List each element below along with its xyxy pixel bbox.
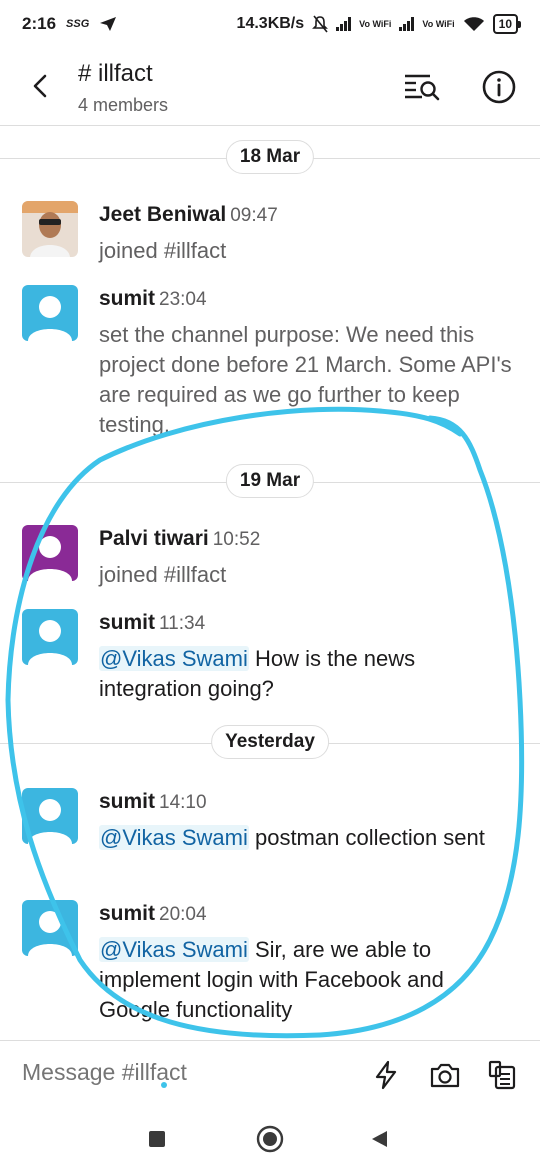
message-time: 10:52: [212, 529, 261, 550]
files-icon: [488, 1060, 516, 1090]
vowifi-icon: Vo WiFi: [359, 18, 392, 29]
user-photo-icon: [22, 201, 78, 257]
avatar[interactable]: [22, 201, 78, 257]
date-pill[interactable]: 18 Mar: [225, 140, 315, 174]
user-mention[interactable]: @Vikas Swami: [99, 646, 249, 671]
chevron-left-icon: [33, 74, 47, 98]
avatar[interactable]: [22, 788, 78, 844]
default-user-icon: [28, 799, 72, 844]
avatar[interactable]: [22, 525, 78, 581]
message-time: 20:04: [159, 904, 207, 925]
avatar[interactable]: [22, 285, 78, 341]
date-pill[interactable]: Yesterday: [211, 725, 329, 759]
message-time: 11:34: [159, 613, 206, 634]
message-composer: [0, 1040, 540, 1108]
recents-button[interactable]: [140, 1122, 174, 1156]
channel-title[interactable]: # illfact: [78, 60, 153, 88]
message-author[interactable]: sumit: [99, 790, 155, 813]
default-user-icon: [28, 911, 72, 956]
message-author[interactable]: sumit: [99, 287, 155, 310]
files-button[interactable]: [486, 1059, 518, 1091]
default-user-icon: [28, 620, 72, 665]
camera-button[interactable]: [428, 1059, 460, 1091]
message-time: 23:04: [159, 289, 207, 310]
triangle-back-icon: [372, 1131, 387, 1147]
back-button[interactable]: [24, 66, 56, 106]
status-time: 2:16: [22, 14, 57, 33]
battery-icon: 10: [492, 14, 522, 34]
network-speed: 14.3KB/s: [236, 15, 305, 32]
message-author[interactable]: sumit: [99, 611, 155, 634]
send-icon: [100, 17, 117, 31]
message-text: joined #illfact: [99, 238, 227, 263]
carrier-icon: SSG: [66, 18, 90, 30]
avatar[interactable]: [22, 900, 78, 956]
lightning-icon: [375, 1060, 397, 1090]
mute-icon: [312, 15, 329, 33]
wifi-icon: [463, 17, 484, 31]
avatar[interactable]: [22, 609, 78, 665]
member-count[interactable]: 4 members: [78, 95, 168, 116]
vowifi-icon-2: Vo WiFi: [422, 18, 455, 29]
user-mention[interactable]: @Vikas Swami: [99, 937, 249, 962]
info-icon: [482, 70, 516, 104]
back-nav-button[interactable]: [362, 1122, 396, 1156]
message-text: postman collection sent: [248, 825, 485, 850]
message-time: 09:47: [230, 205, 278, 226]
message-text: joined #illfact: [99, 562, 227, 587]
search-list-icon: [405, 74, 440, 101]
search-channel-button[interactable]: [402, 70, 442, 106]
signal-icon: [336, 17, 352, 31]
message-input[interactable]: [22, 1059, 342, 1086]
message-author[interactable]: Jeet Beniwal: [99, 203, 226, 226]
square-icon: [149, 1131, 165, 1147]
user-mention[interactable]: @Vikas Swami: [99, 825, 249, 850]
system-nav-bar: [0, 1108, 540, 1170]
circle-icon: [256, 1125, 284, 1153]
default-user-icon: [28, 536, 72, 581]
message-author[interactable]: Palvi tiwari: [99, 527, 209, 550]
shortcuts-button[interactable]: [370, 1059, 402, 1091]
message-author[interactable]: sumit: [99, 902, 155, 925]
home-button[interactable]: [253, 1122, 287, 1156]
message-time: 14:10: [159, 792, 207, 813]
default-user-icon: [28, 296, 72, 341]
camera-icon: [430, 1063, 460, 1088]
message-list[interactable]: 18 Mar Jeet Beniwal 09:47 joined #illfact: [0, 127, 540, 1040]
signal-icon-2: [399, 17, 415, 31]
status-bar: 2:16 SSG 14.3KB/s Vo WiFi Vo WiFi 10: [0, 0, 540, 48]
date-pill[interactable]: 19 Mar: [225, 464, 315, 498]
message-text: set the channel purpose: We need this pr…: [99, 322, 512, 437]
channel-info-button[interactable]: [480, 68, 518, 106]
channel-header: # illfact 4 members: [0, 48, 540, 126]
